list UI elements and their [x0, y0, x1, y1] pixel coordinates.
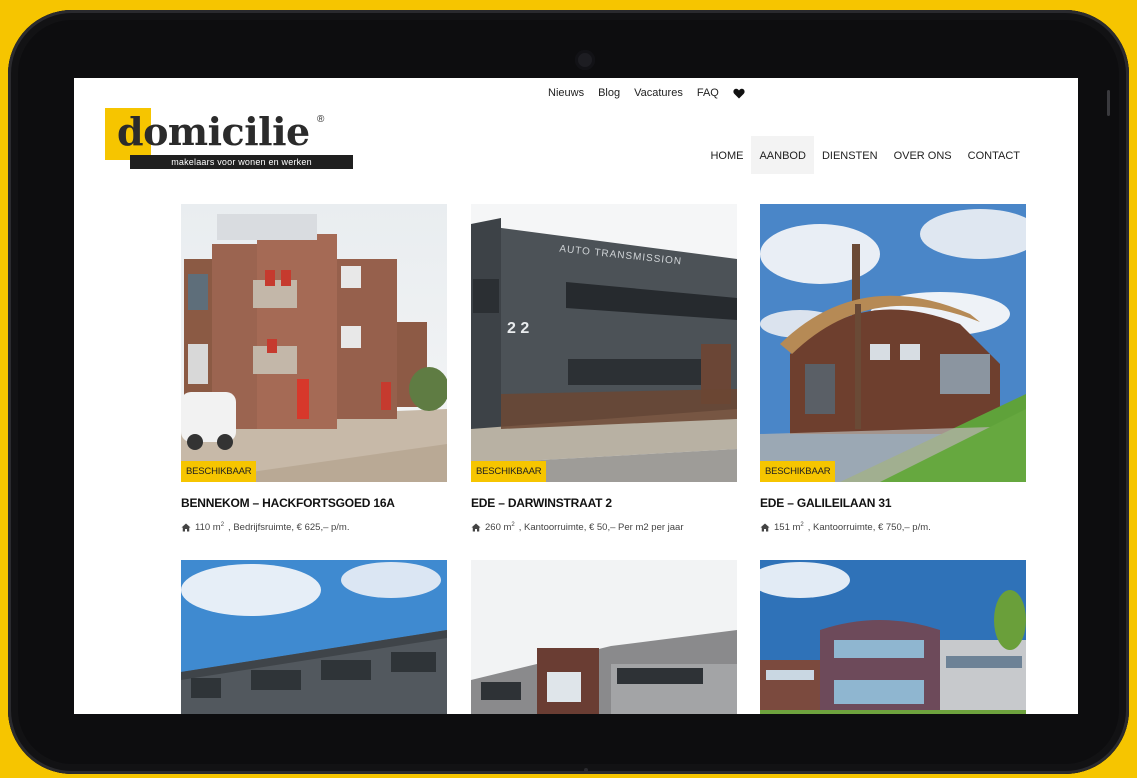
nav-contact[interactable]: CONTACT [960, 136, 1028, 174]
home-icon [181, 523, 191, 532]
listing-card[interactable] [471, 560, 737, 714]
topnav-faq[interactable]: FAQ [697, 87, 719, 99]
logo-word: domicilie [117, 109, 310, 154]
listing-area: 110 m2 [195, 522, 225, 534]
listing-details: , Kantoorruimte, € 50,– Per m2 per jaar [518, 522, 684, 534]
listing-card[interactable] [760, 560, 1026, 714]
topnav-blog[interactable]: Blog [598, 87, 620, 99]
nav-over-ons[interactable]: OVER ONS [886, 136, 960, 174]
nav-diensten[interactable]: DIENSTEN [814, 136, 886, 174]
listing-photo[interactable]: BESCHIKBAAR [181, 204, 447, 482]
browser-screen: Nieuws Blog Vacatures FAQ domicilie ® ma… [74, 78, 1078, 714]
side-button [1107, 90, 1110, 116]
listing-title[interactable]: EDE – GALILEILAAN 31 [760, 496, 892, 510]
home-sensor [584, 768, 588, 772]
topnav-vacatures[interactable]: Vacatures [634, 87, 683, 99]
listing-photo[interactable]: AUTO TRANSMISSION 2 2 BESCHIKBAAR [471, 204, 737, 482]
listing-details: , Kantoorruimte, € 750,– p/m. [807, 522, 931, 534]
logo[interactable]: domicilie ® makelaars voor wonen en werk… [105, 108, 353, 171]
status-badge: BESCHIKBAAR [471, 461, 547, 482]
heart-icon[interactable] [733, 88, 745, 99]
photo-building-number: 2 2 [507, 320, 530, 337]
home-icon [760, 523, 770, 532]
camera-icon [575, 50, 595, 70]
listing-photo[interactable] [760, 560, 1026, 714]
nav-aanbod[interactable]: AANBOD [751, 136, 814, 174]
listing-details: , Bedrijfsruimte, € 625,– p/m. [228, 522, 350, 534]
listing-photo[interactable]: BESCHIKBAAR [760, 204, 1026, 482]
listing-photo[interactable] [181, 560, 447, 714]
listing-meta: 260 m2 , Kantoorruimte, € 50,– Per m2 pe… [471, 522, 684, 533]
listing-area: 260 m2 [485, 522, 515, 534]
listing-meta: 110 m2 , Bedrijfsruimte, € 625,– p/m. [181, 522, 350, 533]
listing-card[interactable] [181, 560, 447, 714]
listing-area: 151 m2 [774, 522, 804, 534]
home-icon [471, 523, 481, 532]
listing-meta: 151 m2 , Kantoorruimte, € 750,– p/m. [760, 522, 931, 533]
status-badge: BESCHIKBAAR [181, 461, 257, 482]
status-badge: BESCHIKBAAR [760, 461, 836, 482]
top-nav: Nieuws Blog Vacatures FAQ [548, 87, 745, 99]
logo-tagline: makelaars voor wonen en werken [130, 155, 353, 169]
topnav-nieuws[interactable]: Nieuws [548, 87, 584, 99]
nav-home[interactable]: HOME [702, 136, 751, 174]
listing-photo[interactable] [471, 560, 737, 714]
main-nav: HOME AANBOD DIENSTEN OVER ONS CONTACT [702, 136, 1028, 174]
listing-title[interactable]: BENNEKOM – HACKFORTSGOED 16A [181, 496, 395, 510]
logo-registered-mark: ® [317, 114, 325, 125]
listing-title[interactable]: EDE – DARWINSTRAAT 2 [471, 496, 612, 510]
